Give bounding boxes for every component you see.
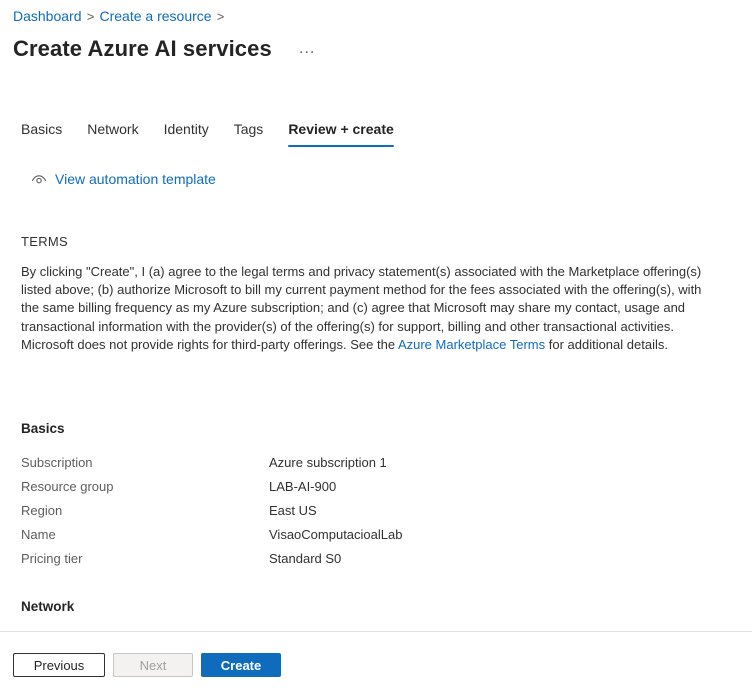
view-automation-template-label: View automation template xyxy=(55,171,216,187)
summary-key: Region xyxy=(21,502,63,518)
tab-basics[interactable]: Basics xyxy=(21,121,62,145)
tab-review-create[interactable]: Review + create xyxy=(288,121,395,147)
summary-value: LAB-AI-900 xyxy=(269,478,337,494)
summary-value: East US xyxy=(269,502,317,518)
page-title: Create Azure AI services xyxy=(13,36,272,61)
summary-key: Name xyxy=(21,526,56,542)
summary-key: Resource group xyxy=(21,478,114,494)
next-button[interactable]: Next xyxy=(113,653,193,677)
terms-text: By clicking "Create", I (a) agree to the… xyxy=(21,263,711,354)
summary-row: Region East US xyxy=(21,498,721,522)
breadcrumb: Dashboard > Create a resource > xyxy=(13,8,230,24)
summary-row: Name VisaoComputacioalLab xyxy=(21,522,721,546)
summary-row: Subscription Azure subscription 1 xyxy=(21,450,721,474)
tab-identity[interactable]: Identity xyxy=(164,121,209,145)
create-button[interactable]: Create xyxy=(201,653,281,677)
footer-actions: Previous Next Create xyxy=(13,653,281,677)
eye-icon xyxy=(31,175,47,184)
summary-key: Subscription xyxy=(21,454,93,470)
breadcrumb-dashboard[interactable]: Dashboard xyxy=(13,8,82,24)
chevron-right-icon: > xyxy=(86,8,95,24)
terms-heading: TERMS xyxy=(21,234,68,249)
summary-value: Standard S0 xyxy=(269,550,342,566)
view-automation-template-link[interactable]: View automation template xyxy=(31,171,216,187)
basics-summary: Subscription Azure subscription 1 Resour… xyxy=(21,450,721,570)
summary-value: Azure subscription 1 xyxy=(269,454,387,470)
tab-bar: Basics Network Identity Tags Review + cr… xyxy=(21,121,419,147)
chevron-right-icon: > xyxy=(216,8,225,24)
terms-text-part: for additional details. xyxy=(545,336,668,352)
tab-tags[interactable]: Tags xyxy=(234,121,264,145)
breadcrumb-create-a-resource[interactable]: Create a resource xyxy=(100,8,212,24)
azure-marketplace-terms-link[interactable]: Azure Marketplace Terms xyxy=(398,337,545,352)
previous-button[interactable]: Previous xyxy=(13,653,105,677)
summary-row: Resource group LAB-AI-900 xyxy=(21,474,721,498)
summary-value: VisaoComputacioalLab xyxy=(269,526,403,542)
network-section-heading: Network xyxy=(21,599,75,614)
summary-row: Pricing tier Standard S0 xyxy=(21,546,721,570)
more-options-button[interactable]: ... xyxy=(299,40,315,58)
tab-network[interactable]: Network xyxy=(87,121,138,145)
summary-key: Pricing tier xyxy=(21,550,83,566)
footer-divider xyxy=(0,631,752,632)
basics-section-heading: Basics xyxy=(21,421,65,436)
